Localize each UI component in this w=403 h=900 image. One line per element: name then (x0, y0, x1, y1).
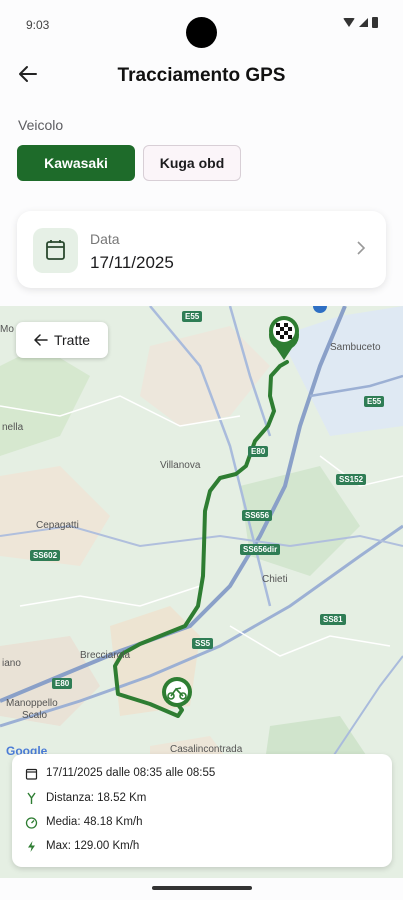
road-shield: E55 (364, 396, 385, 407)
start-marker-icon (162, 677, 192, 707)
vehicle-chip-kuga[interactable]: Kuga obd (143, 145, 241, 181)
road-shield: SS5 (192, 638, 214, 649)
trip-average: Media: 48.18 Km/h (46, 816, 143, 828)
map-label: Mo (0, 324, 14, 335)
signal-icon (359, 18, 368, 27)
map-label: Chieti (262, 574, 288, 585)
tratte-label: Tratte (53, 332, 91, 348)
vehicle-chip-kawasaki[interactable]: Kawasaki (17, 145, 135, 181)
tratte-button[interactable]: Tratte (16, 322, 108, 358)
road-shield: SS656dir (240, 544, 281, 555)
map-label: Sambuceto (330, 342, 381, 353)
camera-cutout (186, 17, 217, 48)
calendar-icon (46, 240, 65, 260)
status-bar: 9:03 (0, 0, 403, 48)
road-shield: E80 (248, 446, 269, 457)
map-label: Manoppello (6, 698, 58, 709)
trip-average-row: Media: 48.18 Km/h (24, 813, 143, 831)
road-shield: SS602 (30, 550, 61, 561)
date-label: Data (90, 231, 120, 247)
calendar-icon (24, 766, 38, 780)
status-time: 9:03 (26, 18, 50, 32)
chevron-right-icon (357, 241, 366, 255)
speedometer-icon (24, 815, 38, 829)
trip-max-row: Max: 129.00 Km/h (24, 837, 139, 855)
wifi-icon (343, 18, 355, 27)
road-shield: SS152 (336, 474, 367, 485)
vehicle-label: Veicolo (18, 117, 64, 133)
calendar-icon-box (33, 228, 78, 273)
road-shield: E55 (182, 311, 203, 322)
trip-max: Max: 129.00 Km/h (46, 840, 140, 852)
trip-info-card: 17/11/2025 dalle 08:35 alle 08:55 Distan… (12, 754, 392, 867)
map-label: Scalo (22, 710, 48, 721)
map-label: Brecciarola (80, 650, 131, 661)
map-label: Villanova (160, 460, 201, 471)
vehicle-chip-label: Kawasaki (44, 155, 108, 171)
date-picker-card[interactable]: Data 17/11/2025 (17, 211, 386, 288)
route-icon (24, 791, 38, 805)
road-shield: SS81 (320, 614, 346, 625)
trip-distance: Distanza: 18.52 Km (46, 792, 147, 804)
map-label: nella (2, 422, 24, 433)
map-label: Cepagatti (36, 520, 79, 531)
road-shield: SS656 (242, 510, 273, 521)
trip-period: 17/11/2025 dalle 08:35 alle 08:55 (46, 767, 216, 779)
date-value: 17/11/2025 (90, 253, 174, 272)
system-icons (343, 17, 378, 28)
home-indicator[interactable] (152, 886, 252, 890)
map-view[interactable]: Sambuceto Villanova Cepagatti Chieti Bre… (0, 306, 403, 878)
trip-period-row: 17/11/2025 dalle 08:35 alle 08:55 (24, 764, 215, 782)
arrow-left-icon (34, 334, 48, 346)
bolt-icon (24, 839, 38, 853)
page-title: Tracciamento GPS (117, 65, 286, 86)
road-shield: E80 (52, 678, 73, 689)
trip-distance-row: Distanza: 18.52 Km (24, 789, 146, 807)
map-label: iano (2, 658, 21, 669)
app-bar: Tracciamento GPS (0, 52, 403, 100)
battery-icon (372, 17, 378, 28)
vehicle-chip-label: Kuga obd (159, 155, 225, 171)
